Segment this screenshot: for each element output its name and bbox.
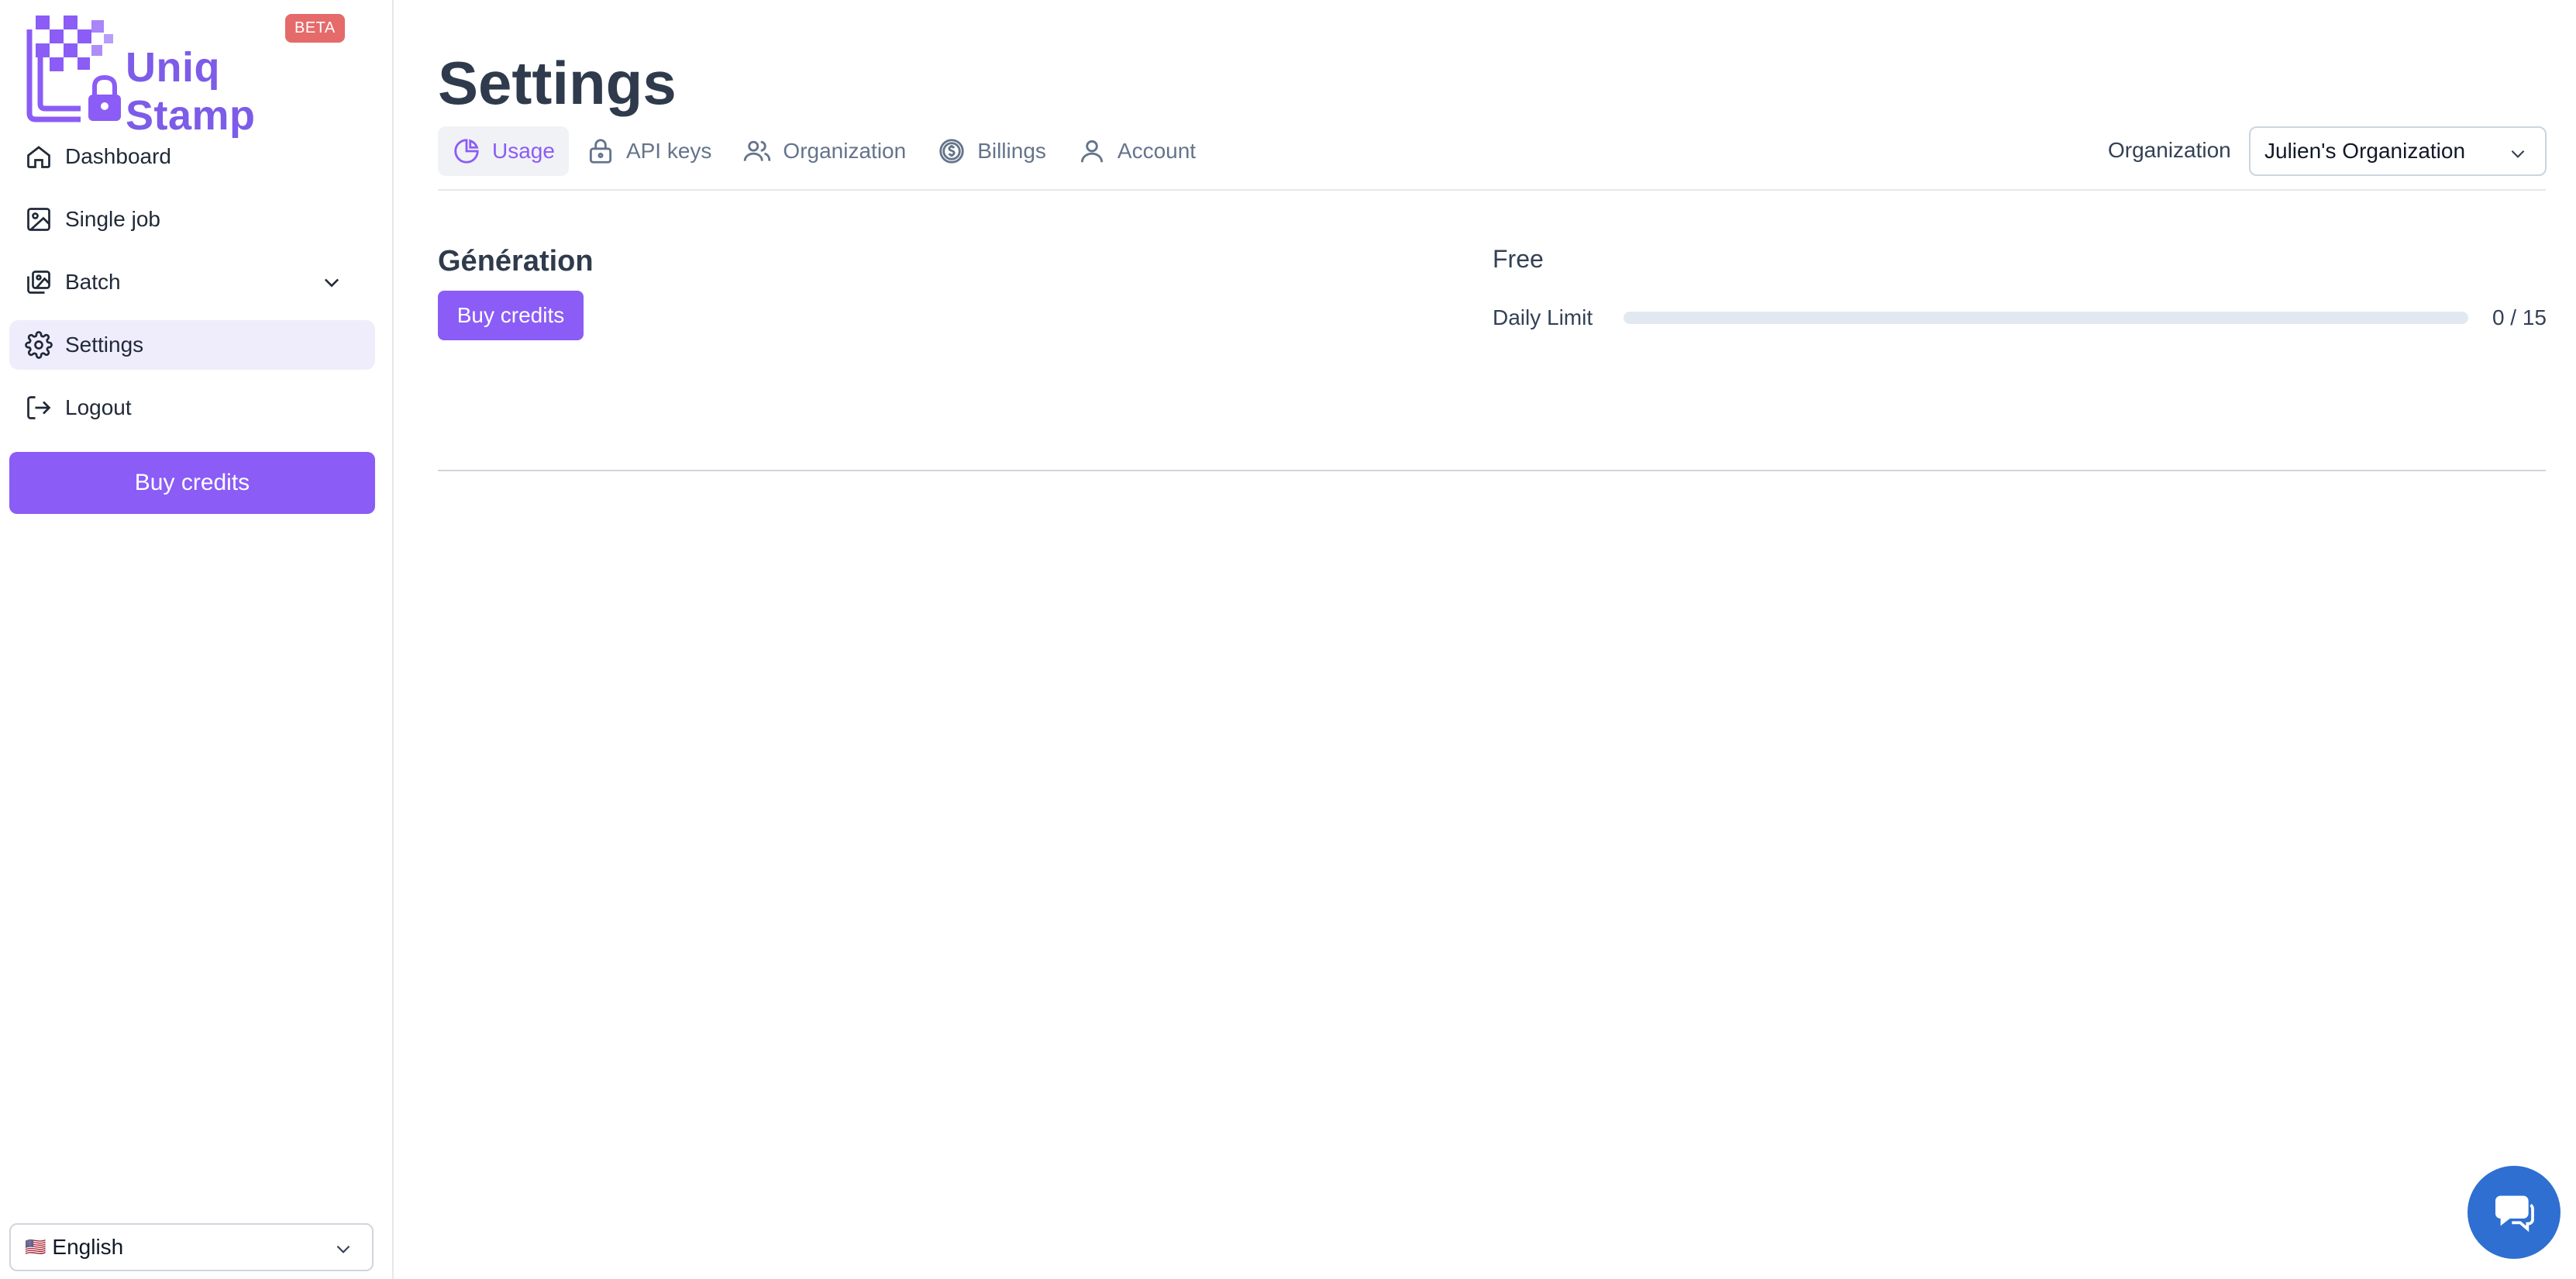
divider <box>438 470 2546 471</box>
language-label: English <box>52 1235 124 1259</box>
chevron-down-icon[interactable] <box>321 271 343 293</box>
page-title: Settings <box>438 49 677 117</box>
organization-select[interactable]: Julien's Organization <box>2249 126 2547 176</box>
chat-button[interactable] <box>2468 1166 2561 1259</box>
language-select[interactable]: 🇺🇸 English <box>9 1223 374 1271</box>
users-icon <box>744 140 771 161</box>
home-icon <box>27 146 50 168</box>
images-icon <box>27 271 50 294</box>
divider <box>438 189 2546 191</box>
tab-organization[interactable]: Organization <box>728 126 920 176</box>
buy-credits-button[interactable]: Buy credits <box>438 291 584 340</box>
sidebar-item-settings[interactable]: Settings <box>9 320 375 370</box>
sidebar-item-label: Single job <box>65 207 160 231</box>
tab-label: Account <box>1117 139 1197 163</box>
lock-icon <box>589 139 612 164</box>
generation-title: Génération <box>438 245 594 278</box>
chevron-down-icon <box>336 1245 350 1253</box>
sidebar: Uniq Stamp BETA Dashboard Single job Bat… <box>0 0 394 1279</box>
tab-account[interactable]: Account <box>1063 126 1210 176</box>
us-flag-icon: 🇺🇸 <box>25 1237 46 1257</box>
daily-limit-progress <box>1624 312 2468 324</box>
image-icon <box>27 208 50 231</box>
plan-name: Free <box>1493 245 1544 273</box>
beta-badge: BETA <box>285 14 345 43</box>
gear-icon <box>25 331 53 359</box>
daily-limit-label: Daily Limit <box>1493 305 1593 329</box>
sidebar-item-dashboard[interactable]: Dashboard <box>9 132 375 181</box>
app-name: Uniq Stamp <box>126 44 256 139</box>
organization-select-value: Julien's Organization <box>2264 139 2466 163</box>
tab-billings[interactable]: Billings <box>923 126 1060 176</box>
tab-label: Usage <box>492 139 555 163</box>
daily-limit-count: 0 / 15 <box>2492 305 2547 329</box>
dollar-icon <box>939 139 964 164</box>
sidebar-nav: Dashboard Single job Batch Settings Logo… <box>9 132 375 446</box>
logout-icon <box>27 396 51 419</box>
logo-icon <box>26 16 121 122</box>
sidebar-item-label: Batch <box>65 270 121 294</box>
user-icon <box>1080 140 1103 163</box>
sidebar-item-label: Dashboard <box>65 144 171 168</box>
settings-tabs: Usage API keys Organization Billings Acc… <box>438 126 1213 176</box>
sidebar-item-label: Logout <box>65 395 132 419</box>
organization-label: Organization <box>2108 138 2231 162</box>
tab-label: API keys <box>625 139 712 163</box>
pie-chart-icon <box>454 139 479 164</box>
tab-usage[interactable]: Usage <box>438 126 569 176</box>
tab-label: Billings <box>977 139 1046 163</box>
chevron-down-icon <box>2511 150 2525 158</box>
sidebar-item-single-job[interactable]: Single job <box>9 195 375 244</box>
tab-api-keys[interactable]: API keys <box>572 126 725 176</box>
app-logo[interactable]: Uniq Stamp BETA <box>26 14 352 139</box>
sidebar-item-logout[interactable]: Logout <box>9 383 375 433</box>
sidebar-item-batch[interactable]: Batch <box>9 257 375 307</box>
tab-label: Organization <box>783 139 907 163</box>
chat-icon <box>2495 1195 2534 1232</box>
sidebar-buy-credits-button[interactable]: Buy credits <box>9 452 375 514</box>
sidebar-item-label: Settings <box>65 333 144 357</box>
